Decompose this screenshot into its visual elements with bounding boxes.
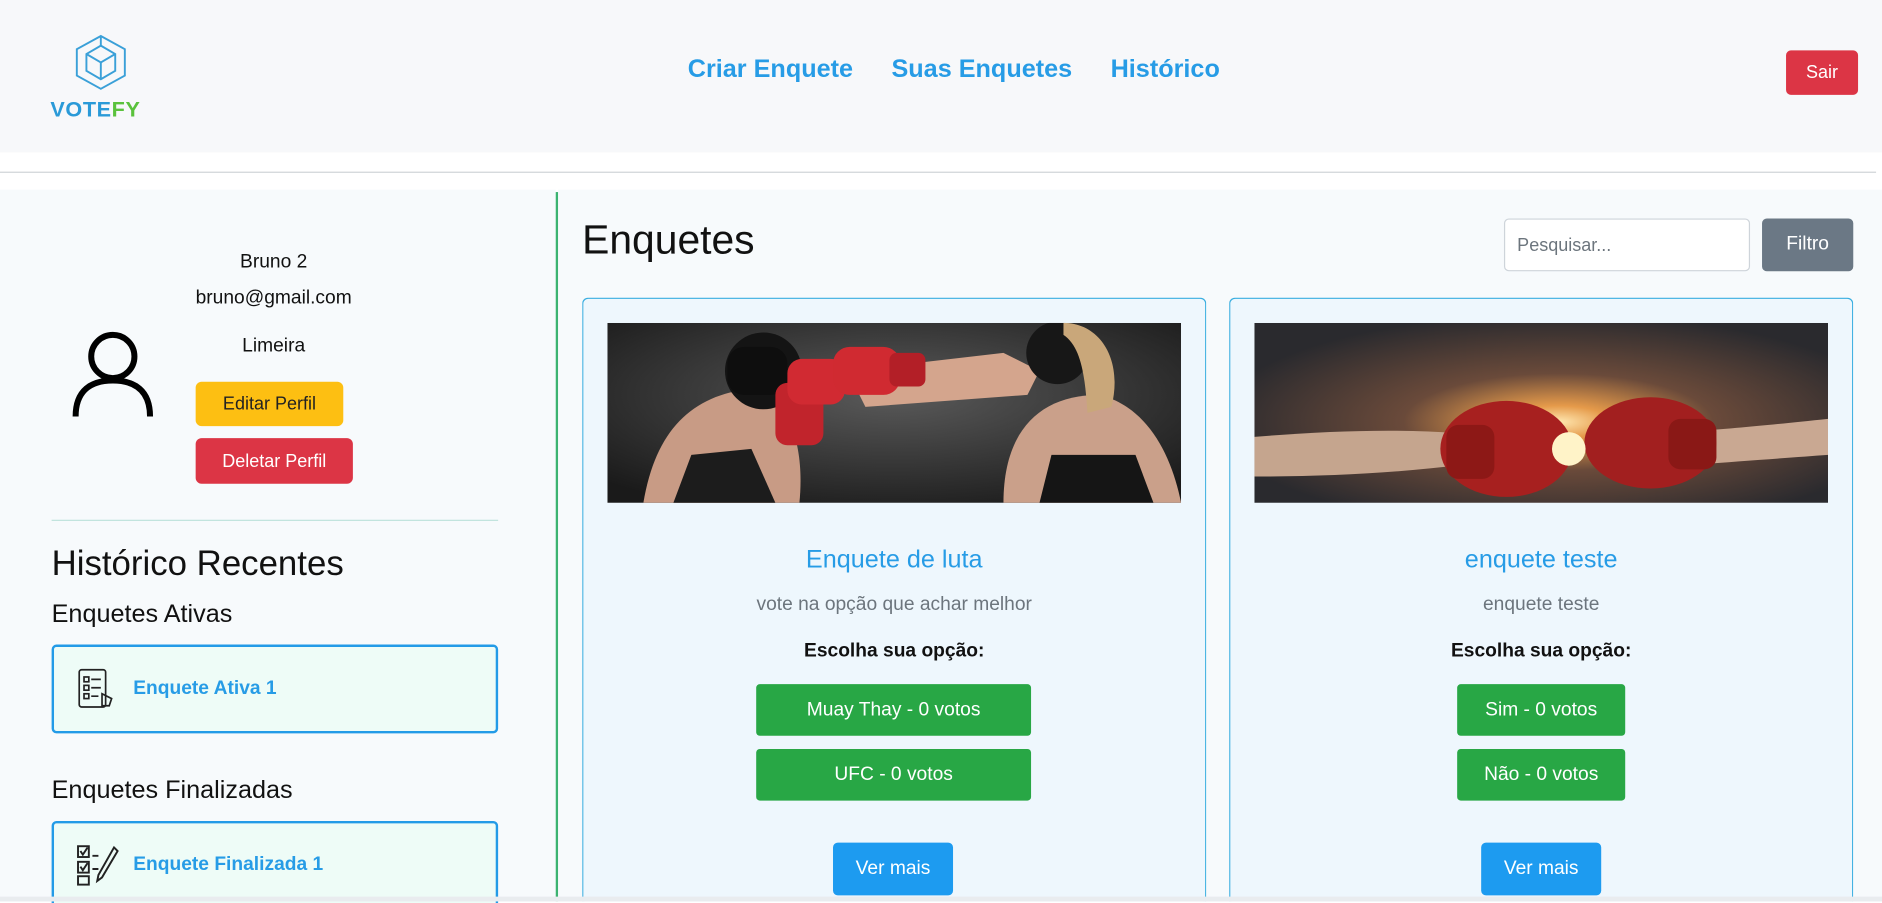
poll-image-gloves-clash [1254,322,1829,503]
active-polls-title: Enquetes Ativas [51,600,233,628]
poll-title: enquete teste [1464,546,1618,574]
finished-polls-title: Enquetes Finalizadas [51,776,293,805]
poll-option-button[interactable]: Não - 0 votos [1457,748,1626,801]
finished-poll-label: Enquete Finalizada 1 [133,854,324,876]
poll-description: vote na opção que achar melhor [756,594,1032,615]
profile-city: Limeira [242,336,306,357]
edit-profile-button[interactable]: Editar Perfil [195,381,344,427]
delete-profile-button[interactable]: Deletar Perfil [195,438,353,484]
poll-choose-label: Escolha sua opção: [1450,640,1632,662]
finished-poll-item[interactable]: Enquete Finalizada 1 [51,821,499,903]
poll-option-button[interactable]: Sim - 0 votos [1457,684,1626,736]
nav-criar-enquete[interactable]: Criar Enquete [688,55,853,84]
nav-historico[interactable]: Histórico [1111,55,1220,84]
poll-card: enquete teste enquete teste Escolha sua … [1229,297,1854,902]
poll-image-boxing-women [607,322,1182,503]
checklist-pen-icon [77,845,119,886]
nav-links: Criar Enquete Suas Enquetes Histórico [688,55,1220,84]
search-input[interactable] [1503,218,1751,272]
page-title: Enquetes [582,217,755,263]
cube-icon [75,34,126,90]
active-poll-label: Enquete Ativa 1 [133,678,277,699]
history-title: Histórico Recentes [51,544,344,584]
navbar: VOTEFY Criar Enquete Suas Enquetes Histó… [0,0,1882,153]
poll-title: Enquete de luta [805,546,983,574]
user-icon [72,331,154,417]
active-poll-item[interactable]: Enquete Ativa 1 [51,644,499,734]
logo-wordmark: VOTEFY [50,97,141,122]
survey-tablet-icon [78,668,113,708]
see-more-button[interactable]: Ver mais [833,842,954,896]
sidebar-divider [51,519,499,521]
logout-button[interactable]: Sair [1786,50,1859,95]
profile-email: bruno@gmail.com [195,288,352,309]
poll-option-button[interactable]: UFC - 0 votos [756,748,1032,801]
logo[interactable]: VOTEFY [50,34,148,122]
filter-button[interactable]: Filtro [1762,218,1854,272]
bottom-scroll-edge [0,896,1882,902]
nav-suas-enquetes[interactable]: Suas Enquetes [891,55,1072,84]
see-more-button[interactable]: Ver mais [1481,842,1602,896]
header-divider [0,171,1877,173]
poll-option-button[interactable]: Muay Thay - 0 votos [756,684,1032,736]
poll-description: enquete teste [1482,594,1600,615]
profile-name: Bruno 2 [240,252,308,273]
poll-card: Enquete de luta vote na opção que achar … [582,297,1207,902]
poll-choose-label: Escolha sua opção: [804,640,985,662]
